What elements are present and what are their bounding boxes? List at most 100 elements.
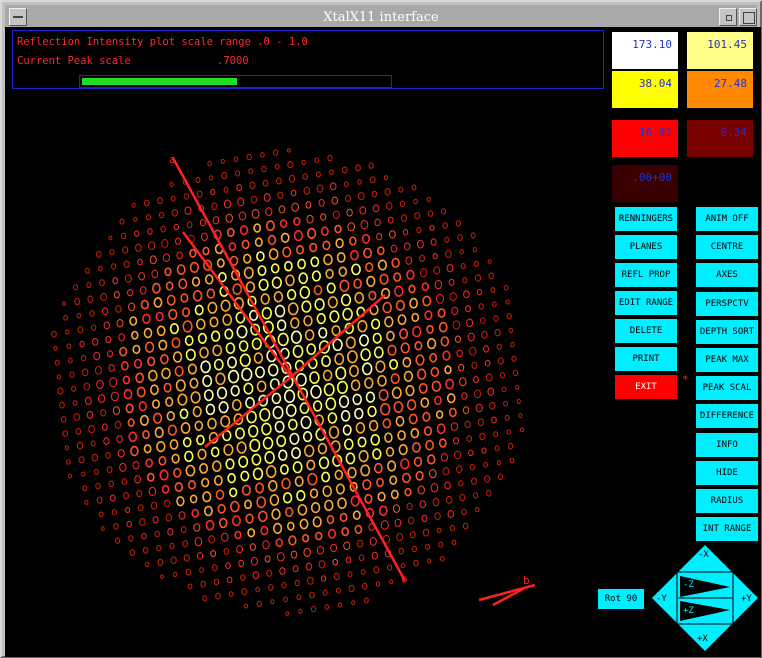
perspctv-button[interactable]: PERSPCTV: [696, 291, 758, 316]
reflection-spot: [397, 430, 406, 441]
peak-max-button[interactable]: PEAK MAX: [696, 348, 758, 372]
reflection-spot: [235, 170, 241, 177]
rotation-angle-button[interactable]: Rot 90: [598, 589, 644, 609]
int-range-button[interactable]: INT RANGE: [696, 517, 758, 542]
info-button[interactable]: INFO: [696, 432, 758, 457]
reflection-spot: [137, 258, 143, 266]
reflection-spot: [128, 431, 138, 443]
reflection-spot: [390, 244, 398, 253]
exit-marker-icon: *: [682, 373, 689, 386]
reflection-spot: [351, 600, 356, 605]
reflection-spot: [492, 301, 497, 308]
drawing-area[interactable]: a b Reflection Intensity plot scale range…: [5, 27, 761, 657]
reflection-spot: [119, 218, 125, 225]
rotate-plus-y-button[interactable]: +Y: [741, 594, 752, 604]
reflection-spot: [164, 499, 171, 508]
reflection-spot: [136, 490, 143, 498]
exit-button[interactable]: EXIT: [615, 375, 677, 399]
reflection-spot: [265, 207, 273, 217]
reflection-spot: [189, 494, 198, 504]
reflection-spot: [185, 348, 196, 361]
reflection-spot: [142, 430, 150, 440]
reflection-spot: [452, 320, 461, 330]
reflection-spot: [286, 521, 295, 531]
reflection-spot: [334, 224, 342, 234]
reflection-spot: [149, 384, 159, 396]
delete-button[interactable]: DELETE: [615, 319, 677, 343]
reflection-spot: [243, 382, 254, 395]
rotate-plus-x-button[interactable]: +X: [697, 634, 708, 644]
reflection-spot: [154, 426, 164, 439]
minimize-button[interactable]: [719, 8, 737, 26]
print-button[interactable]: PRINT: [615, 347, 677, 371]
anim-off-button[interactable]: ANIM OFF: [696, 207, 758, 231]
reflection-spot: [210, 446, 220, 458]
reflection-spot: [225, 562, 231, 569]
reflection-spot: [83, 382, 91, 391]
reflection-spot: [469, 463, 475, 471]
reflection-spot: [171, 209, 179, 217]
reflection-spot: [165, 281, 174, 291]
reflection-spot: [307, 576, 314, 585]
reflection-spot: [350, 379, 361, 392]
reflection-spot: [309, 242, 318, 253]
reflection-spot: [332, 338, 343, 352]
reflection-spot: [273, 149, 279, 156]
reflection-spot: [459, 494, 466, 502]
edit-range-button[interactable]: EDIT RANGE: [615, 291, 677, 315]
rotate-minus-x-button[interactable]: -X: [698, 550, 709, 560]
reflection-spot: [134, 230, 140, 237]
reflection-spot: [465, 305, 471, 313]
maximize-button[interactable]: [739, 8, 757, 26]
reflection-spot: [196, 190, 203, 198]
reflection-spot: [404, 487, 412, 497]
reflection-spot: [355, 421, 366, 434]
reflection-spot: [115, 305, 122, 313]
reflection-spot: [196, 434, 205, 446]
reflection-spot: [215, 592, 221, 600]
reflection-spot: [62, 301, 66, 306]
reflection-spot: [490, 287, 496, 293]
reflection-spot: [329, 169, 334, 175]
radius-button[interactable]: RADIUS: [696, 489, 758, 513]
refl-prop-button[interactable]: REFL PROP: [615, 263, 677, 287]
reflection-spot: [185, 568, 192, 576]
planes-button[interactable]: PLANES: [615, 235, 677, 259]
reflection-spot: [69, 371, 75, 378]
reflection-spot: [207, 301, 218, 314]
reflection-spot: [245, 281, 256, 293]
reflection-spot: [260, 525, 269, 536]
reflection-spot: [440, 336, 450, 347]
difference-button[interactable]: DIFFERENCE: [696, 404, 758, 429]
reflection-spot: [306, 459, 316, 471]
reflection-spot: [371, 190, 378, 198]
reflection-spot: [208, 535, 216, 544]
reflection-spot: [187, 583, 193, 590]
peak-scal-button[interactable]: PEAK SCAL: [696, 376, 758, 401]
axes-button[interactable]: AXES: [696, 263, 758, 288]
reflection-spot: [480, 317, 486, 324]
reflection-spot: [454, 335, 462, 343]
reflection-spot: [422, 528, 430, 537]
reflection-spot: [161, 484, 170, 494]
reflection-spot: [225, 342, 236, 355]
reflection-spot: [161, 239, 169, 248]
renningers-button[interactable]: RENNINGERS: [615, 207, 677, 231]
reflection-spot: [285, 611, 290, 616]
reflection-spot: [182, 437, 192, 448]
reflection-spot: [188, 479, 197, 490]
reflection-spot: [375, 581, 381, 587]
reflection-spot: [370, 433, 381, 446]
reflection-spot: [373, 566, 380, 574]
reflection-spot: [349, 249, 359, 261]
reflection-spot: [183, 554, 190, 562]
reflection-spot: [150, 501, 158, 510]
depth-sort-button[interactable]: DEPTH SORT: [696, 319, 758, 344]
reflection-spot: [280, 232, 290, 244]
reflection-spot: [494, 445, 500, 452]
reflection-spot: [298, 272, 309, 285]
centre-button[interactable]: CENTRE: [696, 235, 758, 260]
hide-button[interactable]: HIDE: [696, 460, 758, 485]
rotate-minus-y-button[interactable]: -Y: [656, 594, 667, 604]
reflection-spot: [131, 330, 139, 340]
